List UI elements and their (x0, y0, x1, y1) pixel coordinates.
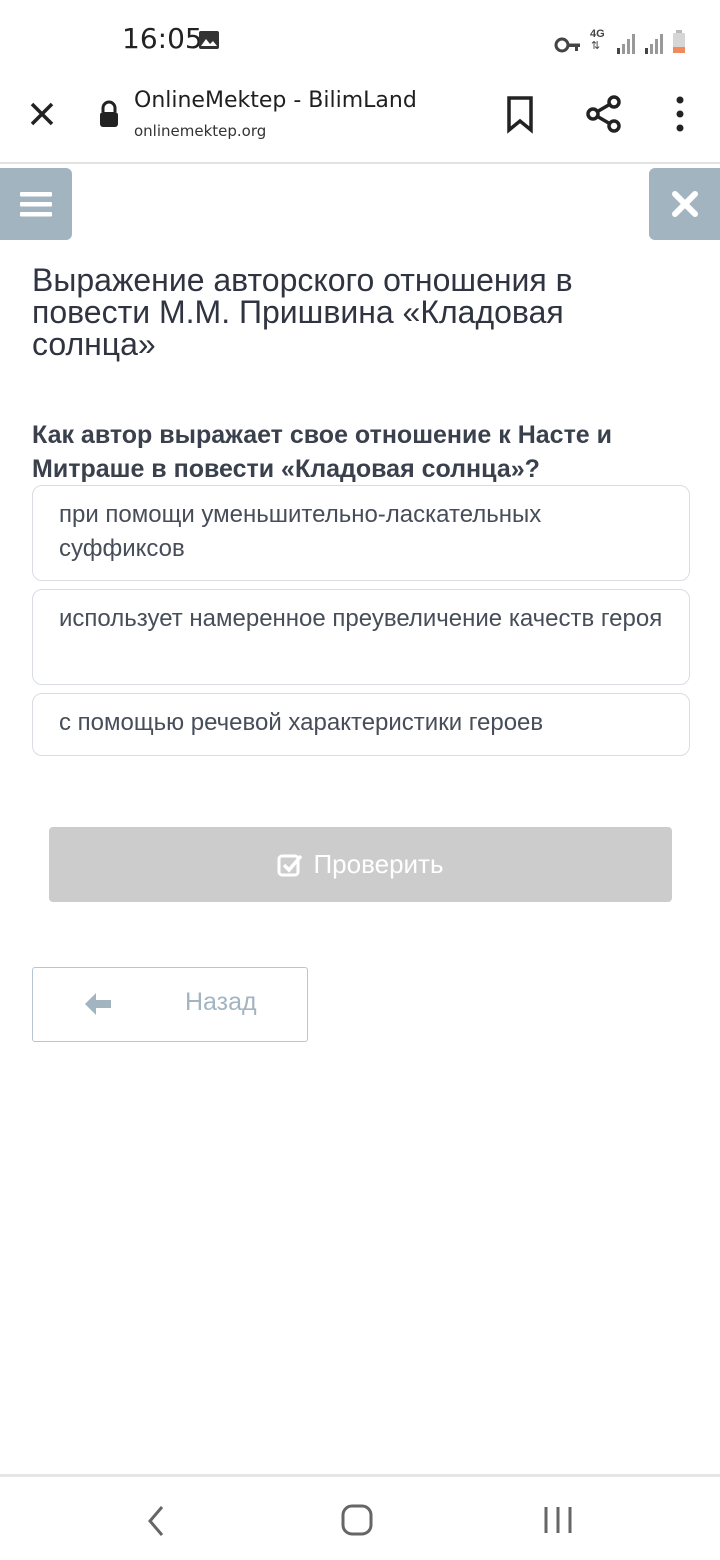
answer-option[interactable]: при помощи уменьшительно-ласкательных су… (32, 485, 690, 581)
browser-toolbar: OnlineMektep - BilimLand onlinemektep.or… (0, 80, 720, 164)
close-icon[interactable] (22, 94, 62, 134)
nav-back-icon[interactable] (144, 1503, 168, 1539)
share-icon[interactable] (584, 94, 624, 134)
vpn-key-icon (554, 37, 580, 53)
menu-button[interactable] (0, 168, 72, 240)
lock-icon (100, 100, 118, 127)
status-time: 16:05 (122, 22, 203, 55)
page-url[interactable]: onlinemektep.org (134, 122, 266, 140)
gallery-icon (199, 31, 219, 49)
check-button[interactable]: Проверить (49, 827, 672, 902)
checkbox-icon (277, 854, 303, 876)
answer-option[interactable]: использует намеренное преувеличение каче… (32, 589, 690, 685)
answer-option[interactable]: с помощью речевой характеристики героев (32, 693, 690, 756)
arrow-left-icon (85, 993, 111, 1015)
bookmark-icon[interactable] (502, 94, 538, 134)
status-bar: 16:05 4G ⇅ (0, 0, 720, 80)
page-title: OnlineMektep - BilimLand (134, 88, 417, 113)
close-lesson-button[interactable] (649, 168, 720, 240)
check-button-label: Проверить (313, 849, 444, 879)
nav-home-icon[interactable] (340, 1503, 374, 1537)
nav-recent-apps-icon[interactable] (542, 1503, 574, 1537)
signal-icon (645, 34, 663, 54)
battery-icon (673, 30, 685, 53)
more-vert-icon[interactable] (664, 94, 696, 134)
question-text: Как автор выражает свое отношение к Наст… (32, 421, 613, 483)
status-icons: 4G ⇅ (554, 28, 686, 54)
network-arrows-icon: ⇅ (591, 40, 601, 52)
network-4g-icon: 4G ⇅ (590, 28, 608, 54)
back-button[interactable]: Назад (32, 967, 308, 1042)
close-icon (671, 191, 698, 217)
hamburger-icon (20, 192, 52, 217)
signal-icon (617, 34, 635, 54)
back-button-label: Назад (185, 988, 257, 1016)
lesson-title: Выражение авторского отношения в повести… (32, 262, 573, 362)
system-nav-bar (0, 1474, 720, 1560)
